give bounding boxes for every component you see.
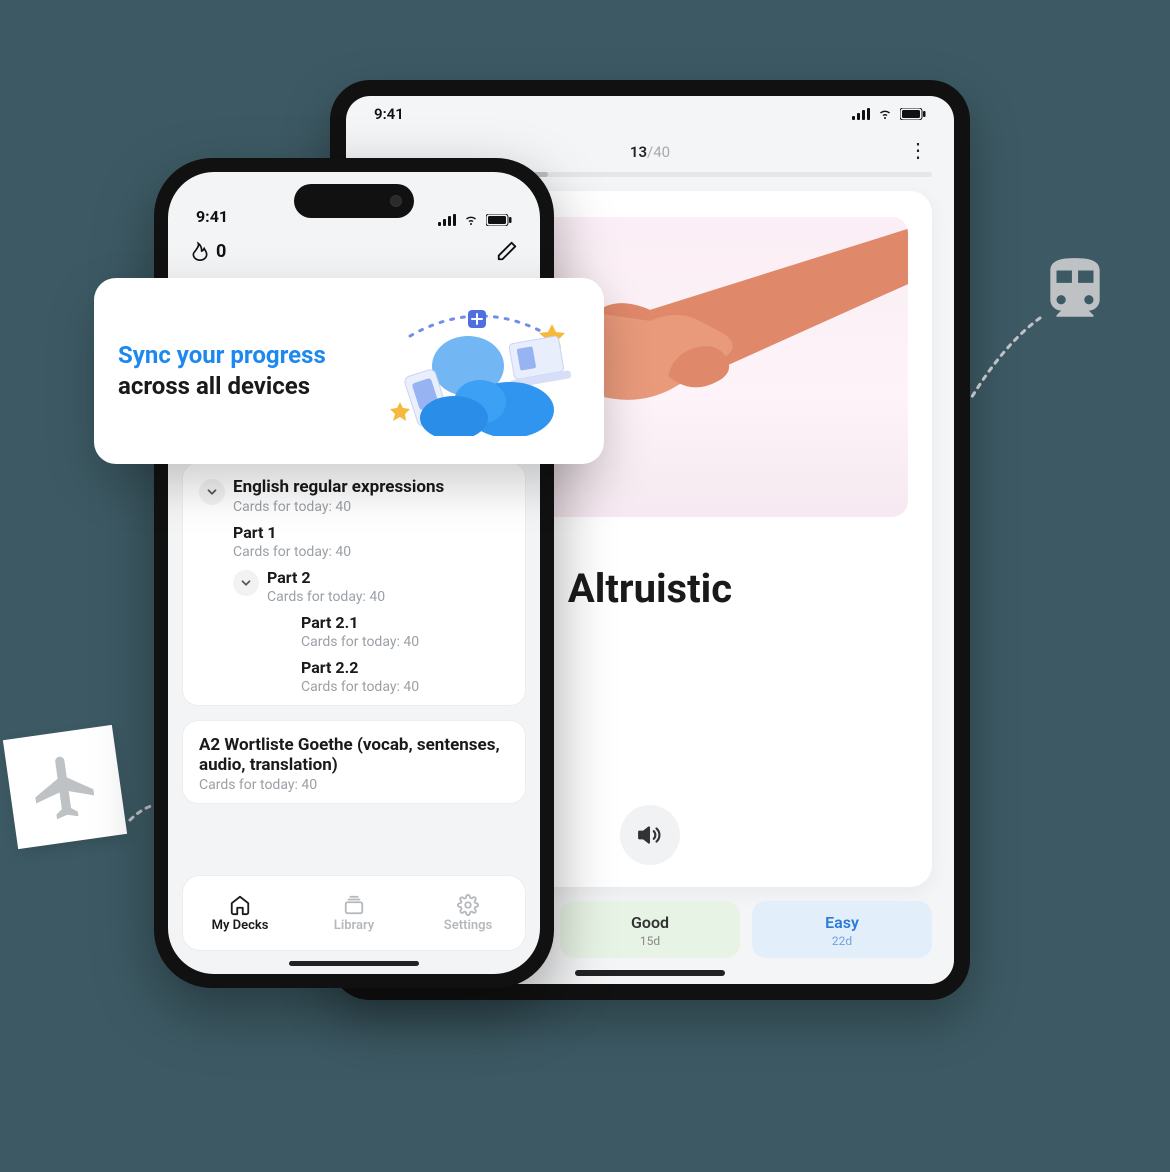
signal-icon — [438, 214, 456, 226]
wifi-icon — [876, 108, 894, 120]
deck-subtitle: Cards for today: 40 — [301, 679, 509, 695]
nav-library[interactable]: Library — [297, 876, 411, 950]
dashed-path — [964, 314, 1044, 404]
pencil-icon — [496, 240, 518, 262]
flashcard-word: Altruistic — [568, 565, 732, 612]
gear-icon — [457, 894, 479, 916]
deck-title: Part 2 — [267, 568, 385, 587]
camera-dot — [390, 195, 402, 207]
card-counter-current: 13 — [630, 143, 647, 161]
signal-icon — [852, 108, 870, 120]
rating-good-sub: 15d — [566, 934, 734, 948]
play-audio-button[interactable] — [620, 805, 680, 865]
deck-subtitle: Cards for today: 40 — [199, 777, 509, 793]
train-icon — [1038, 252, 1112, 326]
streak-indicator[interactable]: 0 — [190, 241, 226, 262]
card-counter-total: /40 — [647, 143, 670, 161]
promo-text: Sync your progress across all devices — [118, 340, 364, 402]
library-icon — [343, 894, 365, 916]
deck-subtitle: Cards for today: 40 — [301, 634, 509, 650]
dynamic-island — [294, 184, 414, 218]
plane-decoration-tile — [3, 725, 127, 849]
streak-count: 0 — [216, 241, 226, 262]
deck-item[interactable]: English regular expressions Cards for to… — [182, 462, 526, 706]
deck-title: Part 2.1 — [301, 613, 509, 632]
train-decoration — [1038, 252, 1112, 326]
deck-title: English regular expressions — [233, 477, 444, 497]
nav-label: Library — [334, 918, 374, 933]
statusbar-time: 9:41 — [374, 105, 404, 123]
deck-subtitle: Cards for today: 40 — [233, 499, 444, 515]
deck-subtitle: Cards for today: 40 — [233, 544, 509, 560]
promo-line2: across all devices — [118, 372, 310, 400]
nav-label: My Decks — [212, 918, 269, 933]
expand-toggle[interactable] — [233, 570, 259, 596]
rating-easy-sub: 22d — [758, 934, 926, 948]
expand-toggle[interactable] — [199, 479, 225, 505]
nav-settings[interactable]: Settings — [411, 876, 525, 950]
fire-icon — [190, 241, 210, 261]
battery-icon — [486, 214, 512, 226]
home-indicator — [575, 970, 725, 976]
deck-title: Part 1 — [233, 523, 509, 542]
promo-line1: Sync your progress — [118, 341, 326, 369]
deck-list[interactable]: English regular expressions Cards for to… — [168, 462, 540, 875]
nav-label: Settings — [444, 918, 492, 933]
rating-easy-button[interactable]: Easy 22d — [752, 901, 932, 958]
deck-subitem[interactable]: Part 2 Cards for today: 40 — [233, 568, 509, 605]
sync-promo-card[interactable]: Sync your progress across all devices — [94, 278, 604, 464]
plane-icon — [23, 745, 107, 829]
statusbar-indicators — [438, 214, 512, 226]
statusbar: 9:41 — [346, 96, 954, 132]
chevron-down-icon — [239, 576, 253, 590]
deck-item[interactable]: A2 Wortliste Goethe (vocab, sentenses, a… — [182, 720, 526, 804]
deck-subitem[interactable]: Part 1 Cards for today: 40 — [233, 523, 509, 560]
statusbar-time: 9:41 — [196, 207, 228, 226]
decks-topbar: 0 — [168, 230, 540, 272]
statusbar-indicators — [852, 108, 926, 120]
rating-easy-label: Easy — [825, 913, 859, 932]
speaker-icon — [637, 822, 663, 848]
wifi-icon — [462, 214, 480, 226]
deck-subitem[interactable]: Part 2.2 Cards for today: 40 — [301, 658, 509, 695]
deck-subitem[interactable]: Part 2.1 Cards for today: 40 — [301, 613, 509, 650]
home-icon — [229, 894, 251, 916]
edit-button[interactable] — [496, 240, 518, 262]
home-indicator — [289, 961, 419, 966]
deck-title: Part 2.2 — [301, 658, 509, 677]
battery-icon — [900, 108, 926, 120]
deck-title: A2 Wortliste Goethe (vocab, sentenses, a… — [199, 735, 509, 775]
rating-good-label: Good — [631, 913, 669, 932]
more-menu-button[interactable]: ⋮ — [908, 140, 928, 160]
promo-illustration — [380, 306, 580, 436]
nav-my-decks[interactable]: My Decks — [183, 876, 297, 950]
chevron-down-icon — [205, 485, 219, 499]
deck-subtitle: Cards for today: 40 — [267, 589, 385, 605]
bottom-nav: My Decks Library Settings — [182, 875, 526, 951]
rating-good-button[interactable]: Good 15d — [560, 901, 740, 958]
